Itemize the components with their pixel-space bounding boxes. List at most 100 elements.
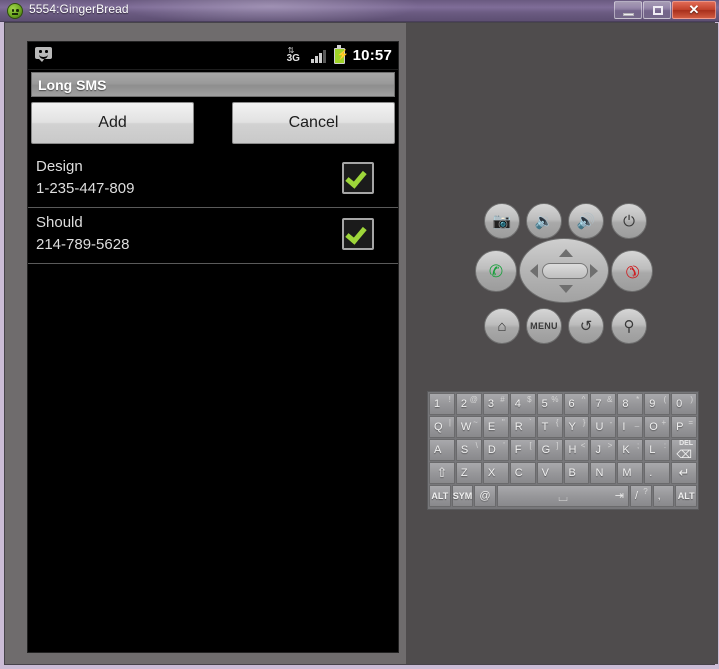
key-1[interactable]: 1! xyxy=(429,393,455,415)
key-m[interactable]: M xyxy=(617,462,644,484)
volume-up-icon: 🔊 xyxy=(576,212,596,230)
key-alt-label: ! xyxy=(448,395,451,404)
key-label: Y xyxy=(568,421,576,433)
back-arrow-icon: ↺ xyxy=(579,317,593,335)
device-screen: ⇅ 3G ⚡ 10:57 Long SMS Add Cancel Design … xyxy=(27,41,399,653)
key-t[interactable]: T{ xyxy=(536,416,563,438)
key-z[interactable]: Z xyxy=(455,462,482,484)
list-item[interactable]: Should 214-789-5628 xyxy=(28,208,398,264)
key-label: 6 xyxy=(568,398,575,410)
key-h[interactable]: H < xyxy=(563,439,590,461)
key-g[interactable]: G] xyxy=(536,439,563,461)
power-button[interactable]: ⏻ xyxy=(611,203,647,239)
home-button[interactable]: ⌂ xyxy=(484,308,520,344)
contact-checkbox[interactable] xyxy=(342,218,374,250)
key-alt-right[interactable]: ALT xyxy=(675,485,698,507)
key-4[interactable]: 4 $ xyxy=(509,393,536,415)
key-j[interactable]: J > xyxy=(590,439,617,461)
key-6[interactable]: 6 ^ xyxy=(563,393,590,415)
contact-number: 1-235-447-809 xyxy=(36,180,135,197)
spacebar-icon: ⌴ xyxy=(558,490,568,504)
key-7[interactable]: 7 & xyxy=(590,393,617,415)
key-label: N xyxy=(595,467,604,479)
key-space[interactable]: ⇥ ⌴ xyxy=(497,485,629,507)
key-delete[interactable]: DEL ⌫ xyxy=(671,439,698,461)
menu-button[interactable]: MENU xyxy=(526,308,562,344)
list-item[interactable]: Design 1-235-447-809 xyxy=(28,152,398,208)
key-s[interactable]: S \ xyxy=(455,439,482,461)
key-shift[interactable]: ⇧ xyxy=(429,462,455,484)
power-icon: ⏻ xyxy=(623,212,635,230)
dpad-right-icon[interactable] xyxy=(590,264,598,278)
key-period[interactable]: . xyxy=(644,462,671,484)
contact-name: Should xyxy=(36,214,83,231)
key-d[interactable]: D ' xyxy=(482,439,509,461)
key-q[interactable]: Q | xyxy=(429,416,455,438)
key-n[interactable]: N xyxy=(590,462,617,484)
dpad[interactable] xyxy=(519,238,609,303)
key-enter[interactable]: ↵ xyxy=(671,462,698,484)
key-o[interactable]: O + xyxy=(644,416,671,438)
key-label: A xyxy=(434,444,442,456)
key-r[interactable]: R ` xyxy=(509,416,536,438)
volume-down-button[interactable]: 🔉 xyxy=(526,203,562,239)
key-f[interactable]: F[ xyxy=(509,439,536,461)
back-button[interactable]: ↺ xyxy=(568,308,604,344)
maximize-button[interactable] xyxy=(643,1,671,19)
phone-call-icon: ✆ xyxy=(488,261,504,281)
key-u[interactable]: U- xyxy=(590,416,617,438)
key-k[interactable]: K; xyxy=(617,439,644,461)
key-label: D xyxy=(487,444,496,456)
key-y[interactable]: Y} xyxy=(563,416,590,438)
add-button[interactable]: Add xyxy=(31,102,194,144)
key-w[interactable]: W ~ xyxy=(455,416,482,438)
key-0[interactable]: 0) xyxy=(671,393,698,415)
key-i[interactable]: I _ xyxy=(617,416,644,438)
key-9[interactable]: 9( xyxy=(644,393,671,415)
key-alt-label: ^ xyxy=(581,395,586,404)
dpad-up-icon[interactable] xyxy=(559,249,573,257)
key-5[interactable]: 5% xyxy=(536,393,563,415)
key-alt-label: : xyxy=(663,441,667,450)
key-3[interactable]: 3 # xyxy=(482,393,509,415)
key-alt-label: - xyxy=(609,418,613,427)
key-label: 9 xyxy=(649,398,656,410)
key-c[interactable]: C xyxy=(509,462,536,484)
key-e[interactable]: E " xyxy=(482,416,509,438)
key-alt-label: & xyxy=(607,395,613,404)
key-comma[interactable]: , xyxy=(652,485,675,507)
minimize-button[interactable] xyxy=(614,1,642,19)
app-title-bar: Long SMS xyxy=(31,72,395,97)
search-button[interactable]: ⚲ xyxy=(611,308,647,344)
key-alt-left[interactable]: ALT xyxy=(429,485,451,507)
close-button[interactable]: ✕ xyxy=(672,1,716,19)
dpad-down-icon[interactable] xyxy=(559,285,573,293)
key-p[interactable]: P = xyxy=(671,416,698,438)
key-sym[interactable]: SYM xyxy=(451,485,474,507)
key-label: Z xyxy=(460,467,468,479)
end-call-button[interactable]: ✆ xyxy=(611,250,653,292)
cancel-button[interactable]: Cancel xyxy=(232,102,395,144)
key-v[interactable]: V xyxy=(536,462,563,484)
key-alt-label: { xyxy=(555,418,559,427)
key-b[interactable]: B xyxy=(563,462,590,484)
key-at[interactable]: @ xyxy=(474,485,497,507)
volume-up-button[interactable]: 🔊 xyxy=(568,203,604,239)
key-a[interactable]: A xyxy=(429,439,455,461)
camera-button[interactable]: 📷 xyxy=(484,203,520,239)
key-8[interactable]: 8 * xyxy=(617,393,644,415)
key-alt-label: _ xyxy=(634,418,640,427)
call-button[interactable]: ✆ xyxy=(475,250,517,292)
keyboard-row-numbers: 1! 2 @ 3 # 4 $ 5% 6 ^ 7 & 8 * 9( 0) xyxy=(429,393,698,415)
window-title: 5554:GingerBread xyxy=(29,2,129,16)
key-slash[interactable]: /? xyxy=(629,485,652,507)
contact-checkbox[interactable] xyxy=(342,162,374,194)
key-x[interactable]: X xyxy=(482,462,509,484)
sms-message-icon xyxy=(35,47,52,62)
key-label: 4 xyxy=(514,398,521,410)
dpad-center-button[interactable] xyxy=(542,263,588,279)
dpad-left-icon[interactable] xyxy=(530,264,538,278)
key-2[interactable]: 2 @ xyxy=(455,393,482,415)
key-alt-label: @ xyxy=(469,395,478,404)
key-l[interactable]: L: xyxy=(644,439,671,461)
